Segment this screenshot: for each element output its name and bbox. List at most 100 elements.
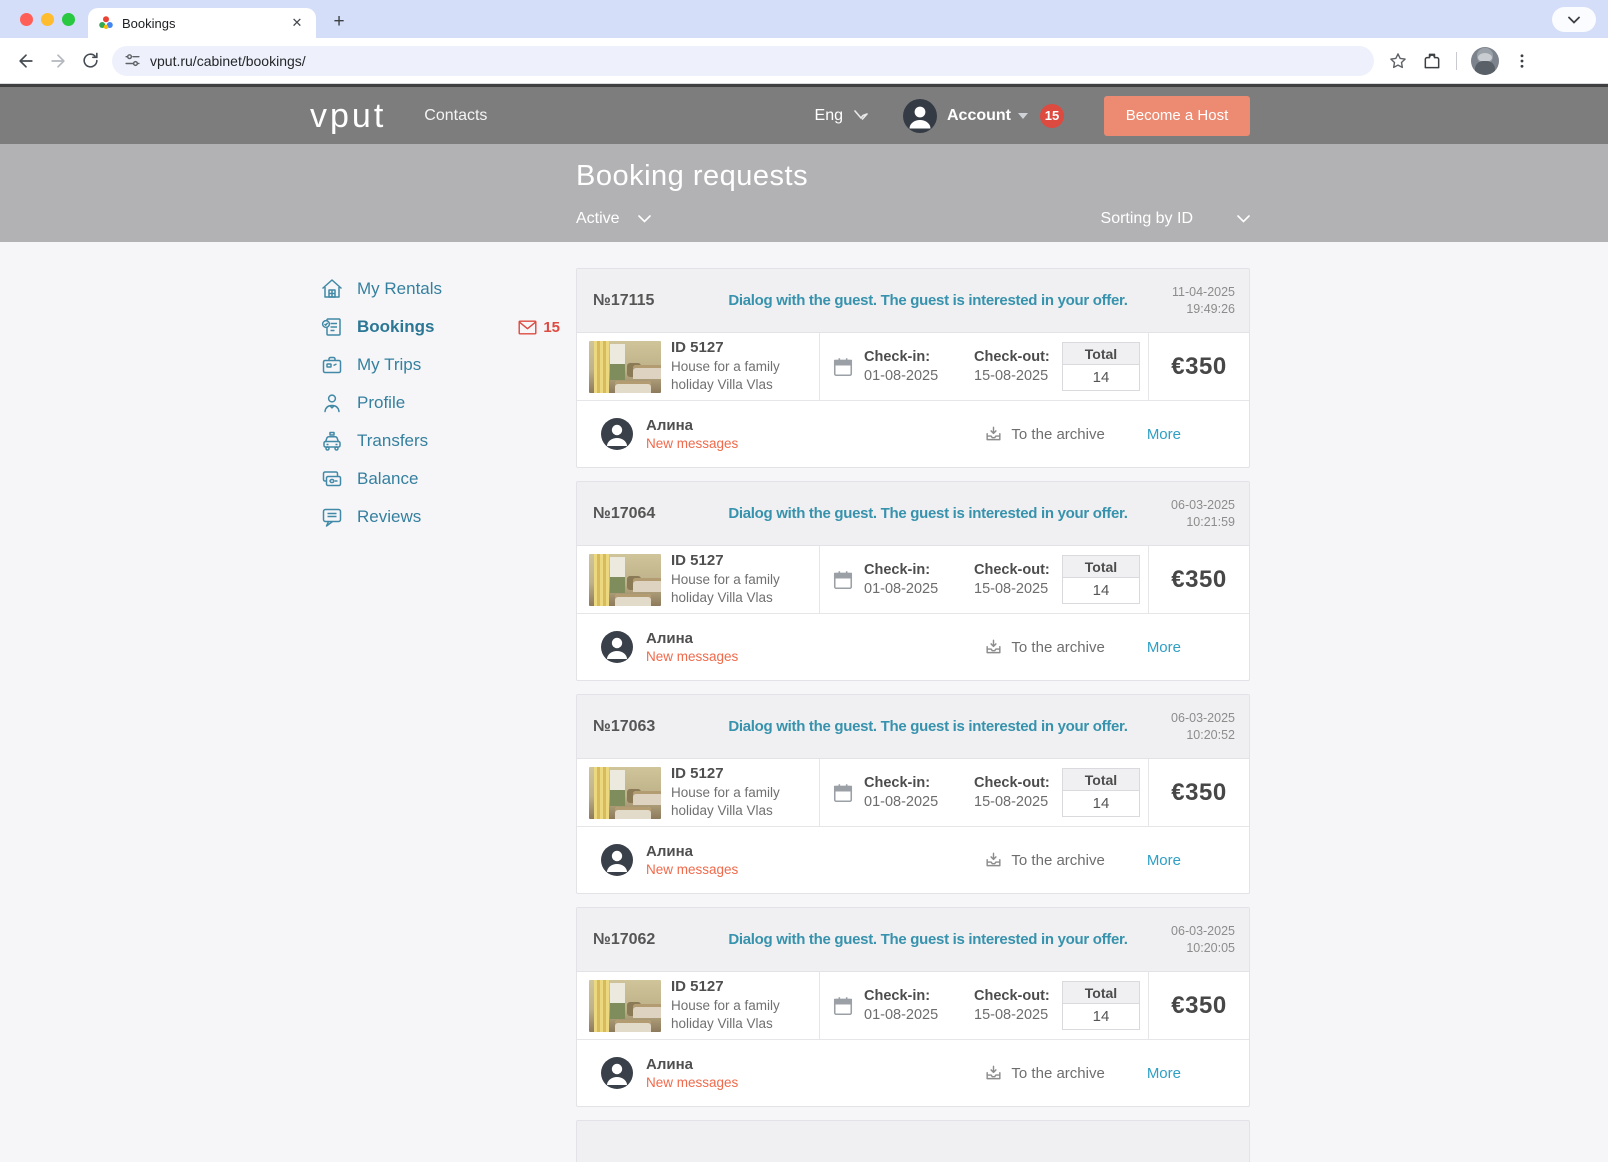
zoom-window-button[interactable]	[62, 13, 75, 26]
guest-avatar-icon	[601, 844, 633, 876]
profile-icon	[320, 391, 344, 415]
to-archive-button[interactable]: To the archive	[984, 425, 1104, 444]
sorting-label: Sorting by ID	[1101, 210, 1193, 228]
page-title: Booking requests	[576, 160, 808, 193]
total-value: 14	[1063, 791, 1139, 816]
booking-card-body: ID 5127 House for a family holiday Villa…	[577, 759, 1249, 826]
language-selector[interactable]: Eng	[815, 107, 843, 125]
become-host-button[interactable]: Become a Host	[1104, 96, 1250, 136]
checkin-date: 01-08-2025	[864, 581, 964, 597]
booking-card-body: ID 5127 House for a family holiday Villa…	[577, 972, 1249, 1039]
sidebar-item-reviews[interactable]: Reviews	[320, 505, 560, 529]
sidebar-item-balance[interactable]: Balance	[320, 467, 560, 491]
status-filter-dropdown[interactable]: Active	[576, 210, 651, 228]
property-photo[interactable]	[589, 767, 661, 819]
booking-card-header: №17064 Dialog with the guest. The guest …	[577, 482, 1249, 546]
booking-status: Dialog with the guest. The guest is inte…	[711, 931, 1145, 948]
guest-name: Алина	[646, 417, 738, 434]
booking-price: €350	[1149, 353, 1249, 381]
booking-card-footer: Алина New messages To the archive More	[577, 613, 1249, 680]
chevron-down-icon	[638, 215, 651, 223]
browser-tab[interactable]: Bookings ✕	[88, 8, 316, 38]
total-guests-box: Total 14	[1062, 342, 1140, 391]
calendar-icon	[832, 782, 854, 804]
account-menu[interactable]: Account	[947, 107, 1011, 125]
property-photo[interactable]	[589, 980, 661, 1032]
notification-badge[interactable]: 15	[1040, 104, 1064, 128]
sorting-dropdown[interactable]: Sorting by ID	[1101, 210, 1250, 228]
checkout-date: 15-08-2025	[974, 794, 1060, 810]
minimize-window-button[interactable]	[41, 13, 54, 26]
back-button[interactable]	[10, 45, 42, 77]
booking-time: 10:21:59	[1145, 514, 1235, 531]
booking-datetime: 06-03-2025 10:20:05	[1145, 923, 1235, 957]
bookmark-star-icon[interactable]	[1388, 51, 1408, 71]
unread-count-badge: 15	[543, 319, 560, 336]
car-icon	[320, 429, 344, 453]
to-archive-button[interactable]: To the archive	[984, 851, 1104, 870]
more-link[interactable]: More	[1147, 852, 1181, 869]
close-window-button[interactable]	[20, 13, 33, 26]
property-id: ID 5127	[671, 552, 819, 569]
new-messages-link[interactable]: New messages	[646, 436, 738, 451]
to-archive-label: To the archive	[1011, 426, 1104, 443]
total-guests-box: Total 14	[1062, 768, 1140, 817]
more-link[interactable]: More	[1147, 639, 1181, 656]
status-filter-label: Active	[576, 210, 620, 228]
divider	[819, 333, 820, 400]
close-tab-icon[interactable]: ✕	[288, 14, 306, 32]
tune-icon	[124, 52, 141, 69]
sidebar-item-bookings[interactable]: Bookings 15	[320, 315, 560, 339]
to-archive-button[interactable]: To the archive	[984, 1064, 1104, 1083]
forward-button[interactable]	[42, 45, 74, 77]
booking-number: №17062	[593, 931, 711, 949]
new-tab-button[interactable]: +	[326, 9, 352, 35]
booking-datetime: 11-04-2025 19:49:26	[1145, 284, 1235, 318]
more-link[interactable]: More	[1147, 426, 1181, 443]
extensions-icon[interactable]	[1422, 51, 1442, 71]
contacts-link[interactable]: Contacts	[424, 107, 487, 125]
sidebar-item-my-rentals[interactable]: My Rentals	[320, 277, 560, 301]
total-label: Total	[1063, 343, 1139, 365]
total-label: Total	[1063, 556, 1139, 578]
new-messages-link[interactable]: New messages	[646, 649, 738, 664]
sidebar-item-my-trips[interactable]: My Trips	[320, 353, 560, 377]
booking-status: Dialog with the guest. The guest is inte…	[711, 718, 1145, 735]
checkout-label: Check-out:	[974, 988, 1060, 1004]
checkin-label: Check-in:	[864, 775, 964, 791]
divider	[819, 972, 820, 1039]
sidebar-item-profile[interactable]: Profile	[320, 391, 560, 415]
more-link[interactable]: More	[1147, 1065, 1181, 1082]
property-photo[interactable]	[589, 341, 661, 393]
tab-search-button[interactable]	[1552, 7, 1596, 32]
guest-avatar-icon	[601, 631, 633, 663]
suitcase-icon	[320, 353, 344, 377]
account-avatar-icon[interactable]	[903, 99, 937, 133]
checkin-label: Check-in:	[864, 349, 964, 365]
property-photo[interactable]	[589, 554, 661, 606]
reload-button[interactable]	[74, 45, 106, 77]
property-name[interactable]: House for a family holiday Villa Vlas	[671, 784, 783, 819]
to-archive-button[interactable]: To the archive	[984, 638, 1104, 657]
checkin-label: Check-in:	[864, 988, 964, 1004]
new-messages-link[interactable]: New messages	[646, 862, 738, 877]
checkin-date: 01-08-2025	[864, 794, 964, 810]
property-name[interactable]: House for a family holiday Villa Vlas	[671, 997, 783, 1032]
new-messages-link[interactable]: New messages	[646, 1075, 738, 1090]
site-logo[interactable]: vput	[310, 99, 386, 133]
sidebar: My Rentals Bookings 15 My Trips Profile …	[320, 277, 560, 529]
to-archive-label: To the archive	[1011, 852, 1104, 869]
envelope-icon	[518, 320, 537, 335]
total-guests-box: Total 14	[1062, 555, 1140, 604]
guest-name: Алина	[646, 843, 738, 860]
divider	[819, 759, 820, 826]
calendar-icon	[832, 356, 854, 378]
language-arrow-icon	[853, 110, 869, 122]
browser-profile-avatar[interactable]	[1471, 47, 1499, 75]
property-name[interactable]: House for a family holiday Villa Vlas	[671, 571, 783, 606]
address-bar[interactable]: vput.ru/cabinet/bookings/	[112, 46, 1374, 76]
window-controls[interactable]	[20, 13, 75, 26]
property-name[interactable]: House for a family holiday Villa Vlas	[671, 358, 783, 393]
sidebar-item-transfers[interactable]: Transfers	[320, 429, 560, 453]
menu-icon[interactable]	[1513, 52, 1531, 70]
